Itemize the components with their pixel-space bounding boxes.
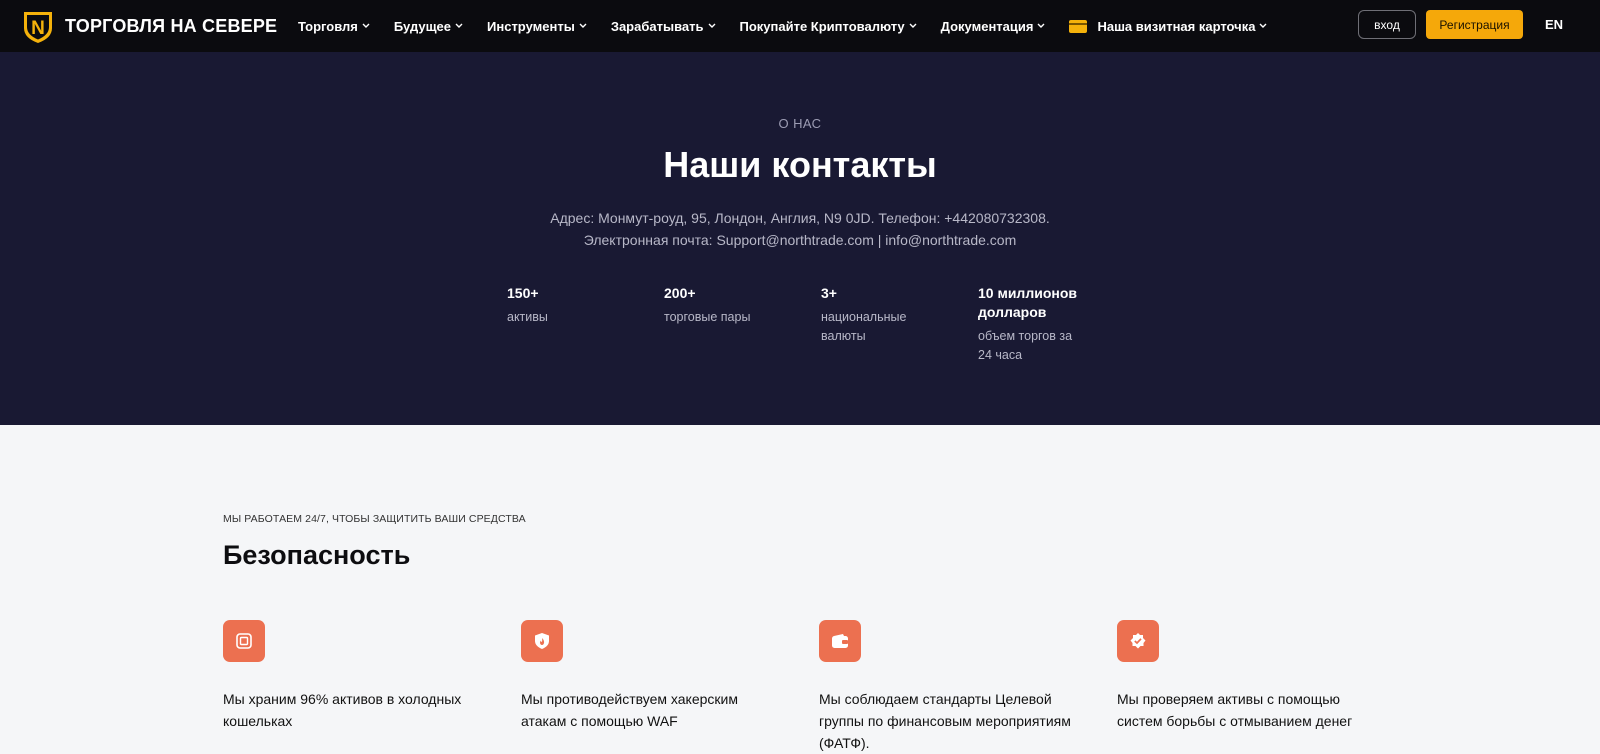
feature-text: Мы храним 96% активов в холодных кошельк… bbox=[223, 691, 462, 729]
feature-item: Мы храним 96% активов в холодных кошельк… bbox=[223, 620, 521, 754]
menu-item-label: Инструменты bbox=[487, 18, 575, 34]
brand-logo-icon: N bbox=[24, 12, 52, 43]
stat-label: объем торгов за 24 часа bbox=[978, 329, 1073, 362]
menu-item-label: Будущее bbox=[393, 18, 452, 34]
cold-wallet-icon bbox=[223, 620, 265, 662]
chevron-down-icon bbox=[708, 23, 718, 29]
stat-label: активы bbox=[507, 310, 548, 324]
card-icon bbox=[1069, 19, 1088, 33]
feature-item: Мы соблюдаем стандарты Целевой группы по… bbox=[819, 620, 1117, 754]
address-line: Адрес: Монмут-роуд, 95, Лондон, Англия, … bbox=[550, 210, 1050, 226]
chevron-down-icon bbox=[455, 23, 465, 29]
menu-item-label: Наша визитная карточка bbox=[1097, 18, 1256, 34]
feature-text: Мы противодействуем хакерским атакам с п… bbox=[521, 691, 738, 729]
stat-value: 3+ bbox=[821, 285, 837, 301]
stat-label: торговые пары bbox=[664, 310, 751, 324]
menu-item-label: Покупайте Криптовалюту bbox=[739, 18, 905, 34]
stats-row: 150+ активы 200+ торговые пары 3+ национ… bbox=[507, 284, 1135, 365]
menu-item-buy-crypto[interactable]: Покупайте Криптовалюту bbox=[740, 19, 919, 34]
feature-text: Мы проверяем активы с помощью систем бор… bbox=[1117, 691, 1353, 729]
contact-info: Адрес: Монмут-роуд, 95, Лондон, Англия, … bbox=[0, 207, 1600, 251]
contacts-hero: О НАС Наши контакты Адрес: Монмут-роуд, … bbox=[0, 52, 1600, 425]
shield-fire-icon bbox=[521, 620, 563, 662]
top-navbar: N ТОРГОВЛЯ НА СЕВЕРЕ Торговля Будущее Ин… bbox=[0, 0, 1600, 52]
menu-item-business-card[interactable]: Наша визитная карточка bbox=[1069, 19, 1269, 34]
menu-item-trading[interactable]: Торговля bbox=[298, 19, 372, 34]
main-menu: Торговля Будущее Инструменты Зарабатыват… bbox=[298, 0, 1291, 52]
feature-item: Мы проверяем активы с помощью систем бор… bbox=[1117, 620, 1415, 754]
stat-label: национальные валюты bbox=[821, 310, 907, 343]
stat-item: 10 миллионов долларов объем торгов за 24… bbox=[978, 284, 1135, 365]
brand-name: ТОРГОВЛЯ НА СЕВЕРЕ bbox=[65, 15, 278, 36]
login-button[interactable]: вход bbox=[1358, 10, 1416, 39]
feature-text: Мы соблюдаем стандарты Целевой группы по… bbox=[819, 691, 1071, 751]
stat-item: 150+ активы bbox=[507, 284, 664, 365]
menu-item-tools[interactable]: Инструменты bbox=[487, 19, 589, 34]
register-button[interactable]: Регистрация bbox=[1426, 10, 1523, 39]
menu-item-label: Торговля bbox=[298, 18, 358, 34]
menu-item-earn[interactable]: Зарабатывать bbox=[611, 19, 718, 34]
security-features: Мы храним 96% активов в холодных кошельк… bbox=[223, 620, 1415, 754]
chevron-down-icon bbox=[362, 23, 372, 29]
security-eyebrow: МЫ РАБОТАЕМ 24/7, ЧТОБЫ ЗАЩИТИТЬ ВАШИ СР… bbox=[223, 513, 526, 525]
email-line: Электронная почта: Support@northtrade.co… bbox=[583, 232, 1017, 248]
stat-value: 150+ bbox=[507, 285, 539, 301]
page-title: Наши контакты bbox=[663, 144, 937, 185]
language-switch[interactable]: EN bbox=[1545, 17, 1563, 32]
chevron-down-icon bbox=[579, 23, 589, 29]
wallet-icon bbox=[819, 620, 861, 662]
svg-text:N: N bbox=[31, 18, 45, 39]
feature-item: Мы противодействуем хакерским атакам с п… bbox=[521, 620, 819, 754]
stat-value: 10 миллионов долларов bbox=[978, 285, 1077, 320]
stat-value: 200+ bbox=[664, 285, 696, 301]
verified-badge-icon bbox=[1117, 620, 1159, 662]
menu-item-label: Документация bbox=[940, 18, 1034, 34]
menu-item-label: Зарабатывать bbox=[610, 18, 704, 34]
chevron-down-icon bbox=[1259, 23, 1269, 29]
menu-item-futures[interactable]: Будущее bbox=[394, 19, 465, 34]
stat-item: 200+ торговые пары bbox=[664, 284, 821, 365]
menu-item-docs[interactable]: Документация bbox=[941, 19, 1048, 34]
brand-link[interactable]: N ТОРГОВЛЯ НА СЕВЕРЕ bbox=[20, 8, 277, 44]
hero-eyebrow: О НАС bbox=[778, 116, 822, 131]
stat-item: 3+ национальные валюты bbox=[821, 284, 978, 365]
chevron-down-icon bbox=[1037, 23, 1047, 29]
security-title: Безопасность bbox=[223, 540, 411, 570]
chevron-down-icon bbox=[909, 23, 919, 29]
